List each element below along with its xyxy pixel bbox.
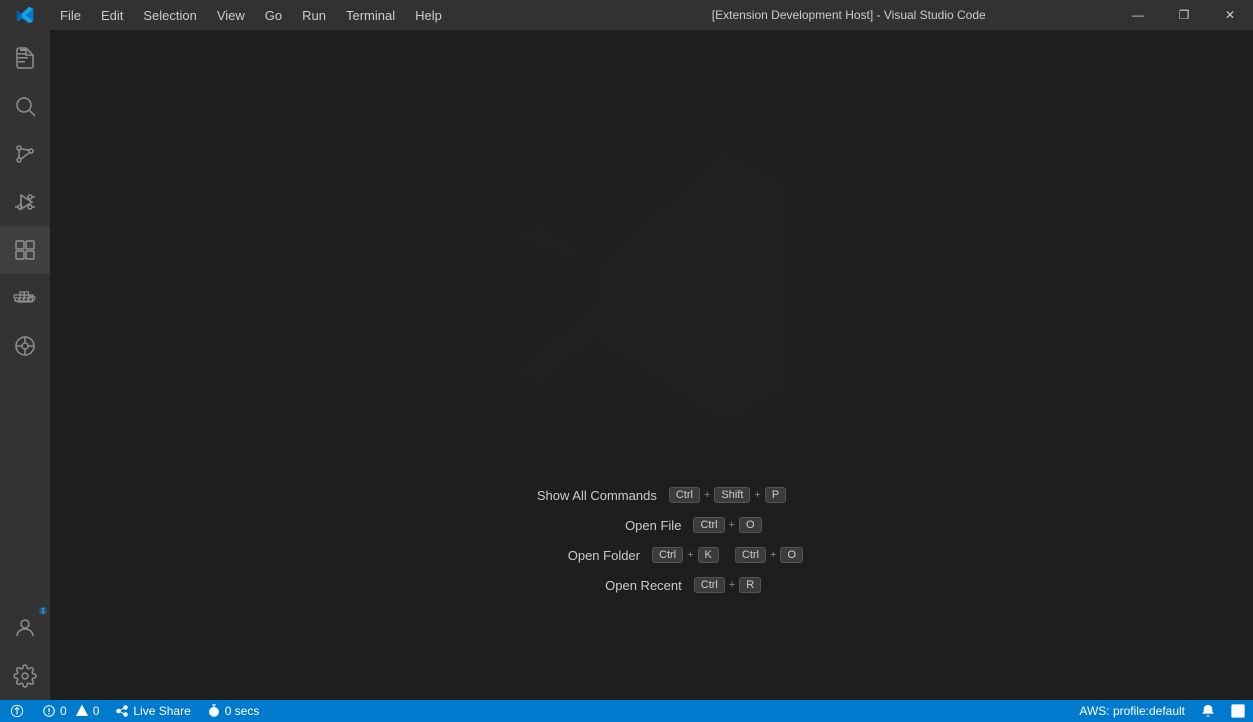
activity-docker[interactable]: [0, 274, 50, 322]
action-show-commands-label: Show All Commands: [517, 488, 657, 503]
error-count: 0: [60, 704, 67, 718]
action-show-commands-keys: Ctrl + Shift + P: [669, 487, 786, 503]
vscode-watermark: [502, 137, 802, 437]
action-open-file-label: Open File: [541, 518, 681, 533]
kbd-ctrl: Ctrl: [669, 487, 700, 503]
activity-remote-explorer[interactable]: [0, 322, 50, 370]
activity-search[interactable]: [0, 82, 50, 130]
status-aws-profile[interactable]: AWS: profile:default: [1071, 700, 1193, 722]
kbd-ctrl-3: Ctrl: [652, 547, 683, 563]
action-open-file-keys: Ctrl + O: [693, 517, 761, 533]
activity-settings[interactable]: [0, 652, 50, 700]
action-open-folder: Open Folder Ctrl + K Ctrl + O: [500, 547, 803, 563]
window-title: [Extension Development Host] - Visual St…: [583, 8, 1116, 22]
action-open-folder-label: Open Folder: [500, 548, 640, 563]
action-open-recent-label: Open Recent: [542, 578, 682, 593]
menu-run[interactable]: Run: [292, 0, 336, 30]
editor-content: Show All Commands Ctrl + Shift + P Open …: [50, 30, 1253, 700]
status-notifications[interactable]: [1193, 700, 1223, 722]
account-badge: 1: [39, 607, 47, 615]
activity-bar: 1: [0, 30, 50, 700]
quick-actions: Show All Commands Ctrl + Shift + P Open …: [500, 487, 803, 593]
kbd-ctrl-5: Ctrl: [694, 577, 725, 593]
kbd-k: K: [698, 547, 719, 563]
menu-help[interactable]: Help: [405, 0, 452, 30]
menu-bar: File Edit Selection View Go Run Terminal…: [50, 0, 583, 30]
minimize-button[interactable]: —: [1115, 0, 1161, 30]
kbd-p: P: [765, 487, 786, 503]
activity-extensions[interactable]: [0, 226, 50, 274]
status-timer[interactable]: 0 secs: [199, 700, 268, 722]
menu-edit[interactable]: Edit: [91, 0, 133, 30]
kbd-o: O: [739, 517, 762, 533]
warning-count: 0: [93, 704, 100, 718]
activity-explorer[interactable]: [0, 34, 50, 82]
menu-view[interactable]: View: [207, 0, 255, 30]
status-live-share[interactable]: Live Share: [107, 700, 198, 722]
kbd-shift: Shift: [714, 487, 750, 503]
status-layout[interactable]: [1223, 700, 1253, 722]
menu-selection[interactable]: Selection: [133, 0, 206, 30]
activity-account[interactable]: 1: [0, 604, 50, 652]
kbd-o2: O: [780, 547, 803, 563]
status-bar: 0 0 Live Share: [0, 700, 1253, 722]
window-controls: — ❐ ✕: [1115, 0, 1253, 30]
action-open-recent-keys: Ctrl + R: [694, 577, 762, 593]
action-show-commands: Show All Commands Ctrl + Shift + P: [517, 487, 786, 503]
kbd-r: R: [739, 577, 761, 593]
action-open-recent: Open Recent Ctrl + R: [542, 577, 762, 593]
close-button[interactable]: ✕: [1207, 0, 1253, 30]
action-open-folder-keys: Ctrl + K Ctrl + O: [652, 547, 803, 563]
action-open-file: Open File Ctrl + O: [541, 517, 761, 533]
live-share-label: Live Share: [133, 704, 190, 718]
menu-go[interactable]: Go: [255, 0, 292, 30]
aws-profile-label: AWS: profile:default: [1079, 704, 1185, 718]
activity-source-control[interactable]: [0, 130, 50, 178]
vscode-logo-icon: [0, 6, 50, 24]
status-errors[interactable]: 0 0: [34, 700, 107, 722]
kbd-ctrl-4: Ctrl: [735, 547, 766, 563]
menu-file[interactable]: File: [50, 0, 91, 30]
title-bar: File Edit Selection View Go Run Terminal…: [0, 0, 1253, 30]
activity-run-debug[interactable]: [0, 178, 50, 226]
status-remote[interactable]: [0, 700, 34, 722]
kbd-ctrl-2: Ctrl: [693, 517, 724, 533]
timer-value: 0 secs: [225, 704, 260, 718]
menu-terminal[interactable]: Terminal: [336, 0, 405, 30]
maximize-button[interactable]: ❐: [1161, 0, 1207, 30]
main-layout: 1 S: [0, 30, 1253, 700]
status-bar-right: AWS: profile:default: [1071, 700, 1253, 722]
status-bar-left: 0 0 Live Share: [0, 700, 267, 722]
